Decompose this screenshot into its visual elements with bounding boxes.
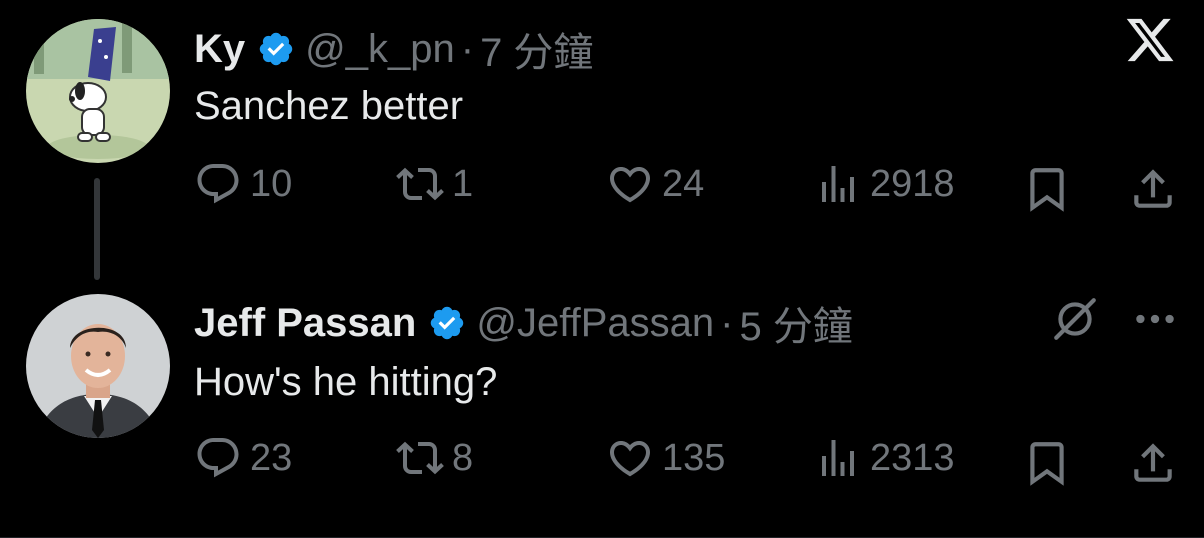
like-button[interactable]: 135 <box>606 434 725 482</box>
bookmark-icon[interactable] <box>1022 438 1072 488</box>
views-button[interactable]: 2918 <box>814 160 955 208</box>
timestamp[interactable]: 5 分鐘 <box>739 294 852 352</box>
reply-button[interactable]: 23 <box>194 434 292 482</box>
tweet-header: Jeff Passan @JeffPassan · 5 分鐘 <box>194 294 853 352</box>
timestamp[interactable]: 7 分鐘 <box>480 20 593 78</box>
bookmark-icon[interactable] <box>1022 164 1072 214</box>
tweet-text: How's he hitting? <box>194 360 498 404</box>
verified-badge-icon <box>259 32 293 66</box>
separator: · <box>720 300 734 345</box>
more-icon[interactable] <box>1130 294 1180 344</box>
separator: · <box>460 26 475 71</box>
heart-icon <box>609 441 651 477</box>
tweet-actions: 10 1 24 2918 <box>194 160 1184 216</box>
reply-button[interactable]: 10 <box>194 160 292 208</box>
author-name[interactable]: Jeff Passan <box>194 301 416 346</box>
reply-icon <box>197 438 239 478</box>
heart-icon <box>609 167 651 203</box>
repost-count: 1 <box>452 163 474 205</box>
views-button[interactable]: 2313 <box>814 434 955 482</box>
share-icon[interactable] <box>1128 164 1178 214</box>
tweet-2[interactable]: Jeff Passan @JeffPassan · 5 分鐘 How's he … <box>0 280 1204 538</box>
repost-count: 8 <box>452 437 474 479</box>
reply-icon <box>197 164 239 204</box>
views-count: 2313 <box>870 437 955 479</box>
thread-connector-line <box>94 178 100 280</box>
reply-count: 23 <box>250 437 293 479</box>
tweet-actions: 23 8 135 2313 <box>194 434 1184 490</box>
like-count: 135 <box>662 437 726 479</box>
repost-icon <box>396 441 444 475</box>
views-count: 2918 <box>870 163 955 205</box>
tweet-1[interactable]: Ky @_k_pn · 7 分鐘 Sanchez better 10 1 24 … <box>0 0 1204 280</box>
tweet-header: Ky @_k_pn · 7 分鐘 <box>194 20 593 78</box>
repost-button[interactable]: 1 <box>396 160 473 208</box>
grok-icon[interactable] <box>1050 294 1100 344</box>
avatar[interactable] <box>26 294 170 438</box>
like-count: 24 <box>662 163 705 205</box>
avatar[interactable] <box>26 19 170 163</box>
repost-button[interactable]: 8 <box>396 434 473 482</box>
author-handle[interactable]: @_k_pn <box>305 27 455 72</box>
share-icon[interactable] <box>1128 438 1178 488</box>
like-button[interactable]: 24 <box>606 160 704 208</box>
repost-icon <box>396 167 444 201</box>
author-handle[interactable]: @JeffPassan <box>476 301 714 346</box>
views-icon <box>822 166 854 202</box>
reply-count: 10 <box>250 163 293 205</box>
views-icon <box>822 440 854 476</box>
verified-badge-icon <box>431 306 464 340</box>
tweet-text: Sanchez better <box>194 84 464 128</box>
author-name[interactable]: Ky <box>194 27 245 72</box>
